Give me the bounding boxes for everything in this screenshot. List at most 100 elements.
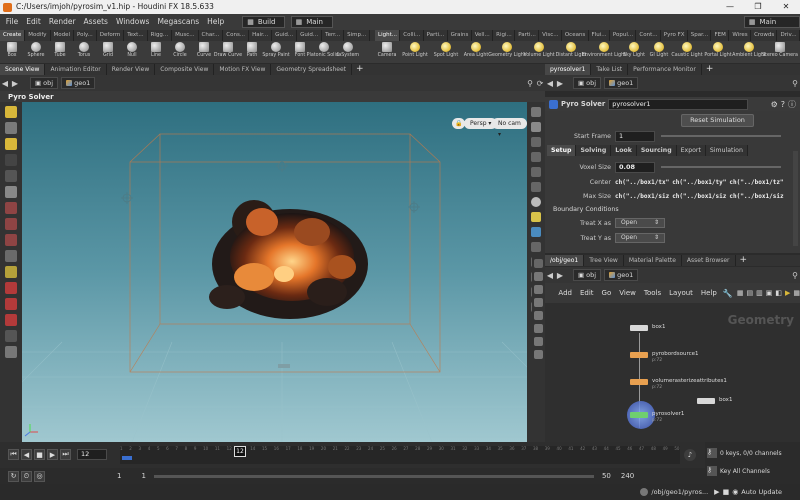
shelf-tool-curve[interactable]: Curve bbox=[192, 41, 216, 63]
shelf-tool-volume-light[interactable]: Volume Light bbox=[523, 41, 555, 63]
status-warn-icon[interactable]: ◉ bbox=[732, 488, 738, 496]
node-volumerasterizeattributes1[interactable]: volumerasterizeattributes1 p:72 bbox=[630, 378, 727, 390]
net-menu-add[interactable]: Add bbox=[554, 289, 576, 297]
collapse-icon[interactable]: ▦ bbox=[793, 289, 800, 297]
tab-render-view[interactable]: Render View bbox=[107, 64, 156, 75]
realtime-icon[interactable]: ⏲ bbox=[21, 470, 32, 482]
keyframe-icon[interactable]: ◎ bbox=[34, 470, 45, 482]
back-arrow-icon[interactable]: ◀ bbox=[545, 271, 555, 280]
center-y-field[interactable]: ch("../box1/ty" bbox=[672, 179, 726, 186]
first-frame-button[interactable]: ⏮ bbox=[8, 449, 19, 460]
info-icon[interactable]: ⓘ bbox=[788, 99, 796, 110]
shelf-tool-point-light[interactable]: Point Light bbox=[399, 41, 431, 63]
shelf-tool-portal-light[interactable]: Portal Light bbox=[703, 41, 733, 63]
key-all-icon[interactable]: ⚷ bbox=[707, 466, 717, 476]
shelf-tab[interactable]: Vell... bbox=[472, 30, 494, 41]
shelf-tab[interactable]: Guid... bbox=[272, 30, 298, 41]
shelf-tab[interactable]: Guid... bbox=[297, 30, 323, 41]
shelf-tool-spray-paint[interactable]: Spray Paint bbox=[262, 41, 290, 63]
magnet-icon[interactable] bbox=[5, 282, 17, 294]
tab-solving[interactable]: Solving bbox=[576, 145, 612, 156]
reset-simulation-button[interactable]: Reset Simulation bbox=[681, 113, 754, 127]
shelf-tool-platonic-solids[interactable]: Platonic Solids bbox=[307, 41, 341, 63]
shelf-tool-grid[interactable]: Grid bbox=[96, 41, 120, 63]
forward-arrow-icon[interactable]: ▶ bbox=[10, 79, 20, 88]
shelf-tool-area-light[interactable]: Area Light bbox=[461, 41, 491, 63]
tab-tree-view[interactable]: Tree View bbox=[584, 255, 624, 266]
net-menu-edit[interactable]: Edit bbox=[576, 289, 598, 297]
display-options-icon[interactable] bbox=[531, 107, 541, 117]
shelf-tab[interactable]: Crowds bbox=[751, 30, 778, 41]
add-tab-icon[interactable]: + bbox=[352, 64, 368, 75]
move-tool-icon[interactable] bbox=[5, 122, 17, 134]
start-frame-field[interactable]: 1 bbox=[615, 130, 655, 142]
shelf-tool-camera[interactable]: Camera bbox=[375, 41, 399, 63]
net-menu-layout[interactable]: Layout bbox=[665, 289, 697, 297]
no-cam-dropdown[interactable]: No cam ▾ bbox=[492, 118, 527, 138]
tab-parameters[interactable]: pyrosolver1 bbox=[545, 64, 592, 75]
shelf-tab[interactable]: Rigi... bbox=[493, 30, 516, 41]
tab-look[interactable]: Look bbox=[611, 145, 637, 156]
forward-arrow-icon[interactable]: ▶ bbox=[555, 271, 565, 280]
shelf-tab[interactable]: Spar... bbox=[688, 30, 712, 41]
auto-update-dropdown[interactable]: Auto Update bbox=[741, 488, 782, 496]
shelf-tab[interactable]: Popul... bbox=[610, 30, 637, 41]
net-menu-view[interactable]: View bbox=[615, 289, 640, 297]
play-button[interactable]: ▶ bbox=[47, 449, 58, 460]
shelf-tab[interactable]: Text... bbox=[124, 30, 148, 41]
snap-icon[interactable] bbox=[5, 250, 17, 262]
shelf-tool-caustic-light[interactable]: Caustic Light bbox=[671, 41, 703, 63]
shelf-tool-l-system[interactable]: L-System bbox=[336, 41, 360, 63]
minimize-button[interactable]: — bbox=[716, 0, 744, 14]
shelf-tab[interactable]: Rigg... bbox=[148, 30, 173, 41]
scene-viewport[interactable]: 🔒 Persp ▾ No cam ▾ bbox=[22, 102, 527, 442]
shelf-tool-circle[interactable]: Circle bbox=[168, 41, 192, 63]
tab-take-list[interactable]: Take List bbox=[591, 64, 629, 75]
shelf-tab[interactable]: Flui... bbox=[589, 30, 610, 41]
tab-sourcing[interactable]: Sourcing bbox=[636, 145, 677, 156]
tab-composite-view[interactable]: Composite View bbox=[155, 64, 215, 75]
lock-icon[interactable] bbox=[5, 186, 17, 198]
tab-material-palette[interactable]: Material Palette bbox=[624, 255, 682, 266]
network-editor[interactable]: Geometry box1 pyrobordsource1 p:72 volum… bbox=[545, 303, 800, 442]
status-path[interactable]: /obj/geo1/pyros... bbox=[651, 488, 708, 496]
shelf-tool-font[interactable]: Font bbox=[288, 41, 312, 63]
pin-icon[interactable]: ⚲ bbox=[790, 79, 800, 88]
path-obj[interactable]: ▣ obj bbox=[573, 269, 602, 281]
list-view-icon[interactable]: ▤ bbox=[746, 289, 753, 297]
select-icon[interactable] bbox=[534, 259, 543, 268]
shelf-tool-stereo-camera[interactable]: Stereo Camera bbox=[762, 41, 798, 63]
tab-setup[interactable]: Setup bbox=[547, 145, 577, 156]
node-box1[interactable]: box1 bbox=[630, 324, 665, 331]
snap-grid-icon[interactable]: ▣ bbox=[766, 289, 773, 297]
pin-icon[interactable]: ⚲ bbox=[790, 271, 800, 280]
shelf-tool-draw-curve[interactable]: Draw Curve bbox=[214, 41, 242, 63]
camera-small-icon[interactable] bbox=[534, 337, 543, 346]
shelf-tool-null[interactable]: Null bbox=[120, 41, 144, 63]
shelf-tab[interactable]: Terr... bbox=[322, 30, 345, 41]
layout-icon[interactable]: ▥ bbox=[756, 289, 763, 297]
node-box1-right[interactable]: box1 bbox=[697, 397, 732, 404]
select-tool-icon[interactable] bbox=[5, 106, 17, 118]
path-obj[interactable]: ▣ obj bbox=[30, 77, 59, 89]
net-menu-help[interactable]: Help bbox=[697, 289, 721, 297]
shelf-tool-sphere[interactable]: Sphere bbox=[24, 41, 48, 63]
pose-tool-icon[interactable] bbox=[5, 154, 17, 166]
maximize-button[interactable]: ❐ bbox=[744, 0, 772, 14]
net-menu-tools[interactable]: Tools bbox=[640, 289, 665, 297]
shading-icon[interactable] bbox=[531, 122, 541, 132]
shelf-tool-box[interactable]: Box bbox=[0, 41, 24, 63]
shelf-tab[interactable]: Model bbox=[51, 30, 75, 41]
range-start-field[interactable]: 1 bbox=[141, 472, 145, 480]
desktop-main-right-dropdown[interactable]: ▦ Main bbox=[743, 16, 800, 28]
node-pyrosolver1[interactable]: pyrosolver1 p:72 bbox=[630, 411, 684, 423]
shelf-tool-path[interactable]: Path bbox=[240, 41, 264, 63]
node-pyrobordsource1[interactable]: pyrobordsource1 p:72 bbox=[630, 351, 699, 363]
shelf-tool-gi-light[interactable]: GI Light bbox=[647, 41, 671, 63]
tab-performance-monitor[interactable]: Performance Monitor bbox=[628, 64, 702, 75]
max-size-x-field[interactable]: ch("../box1/siz bbox=[615, 193, 669, 200]
audio-icon[interactable]: ♪ bbox=[684, 449, 696, 461]
range-end-field[interactable]: 50 bbox=[602, 472, 611, 480]
params-scrollbar[interactable] bbox=[793, 151, 798, 246]
back-arrow-icon[interactable]: ◀ bbox=[0, 79, 10, 88]
